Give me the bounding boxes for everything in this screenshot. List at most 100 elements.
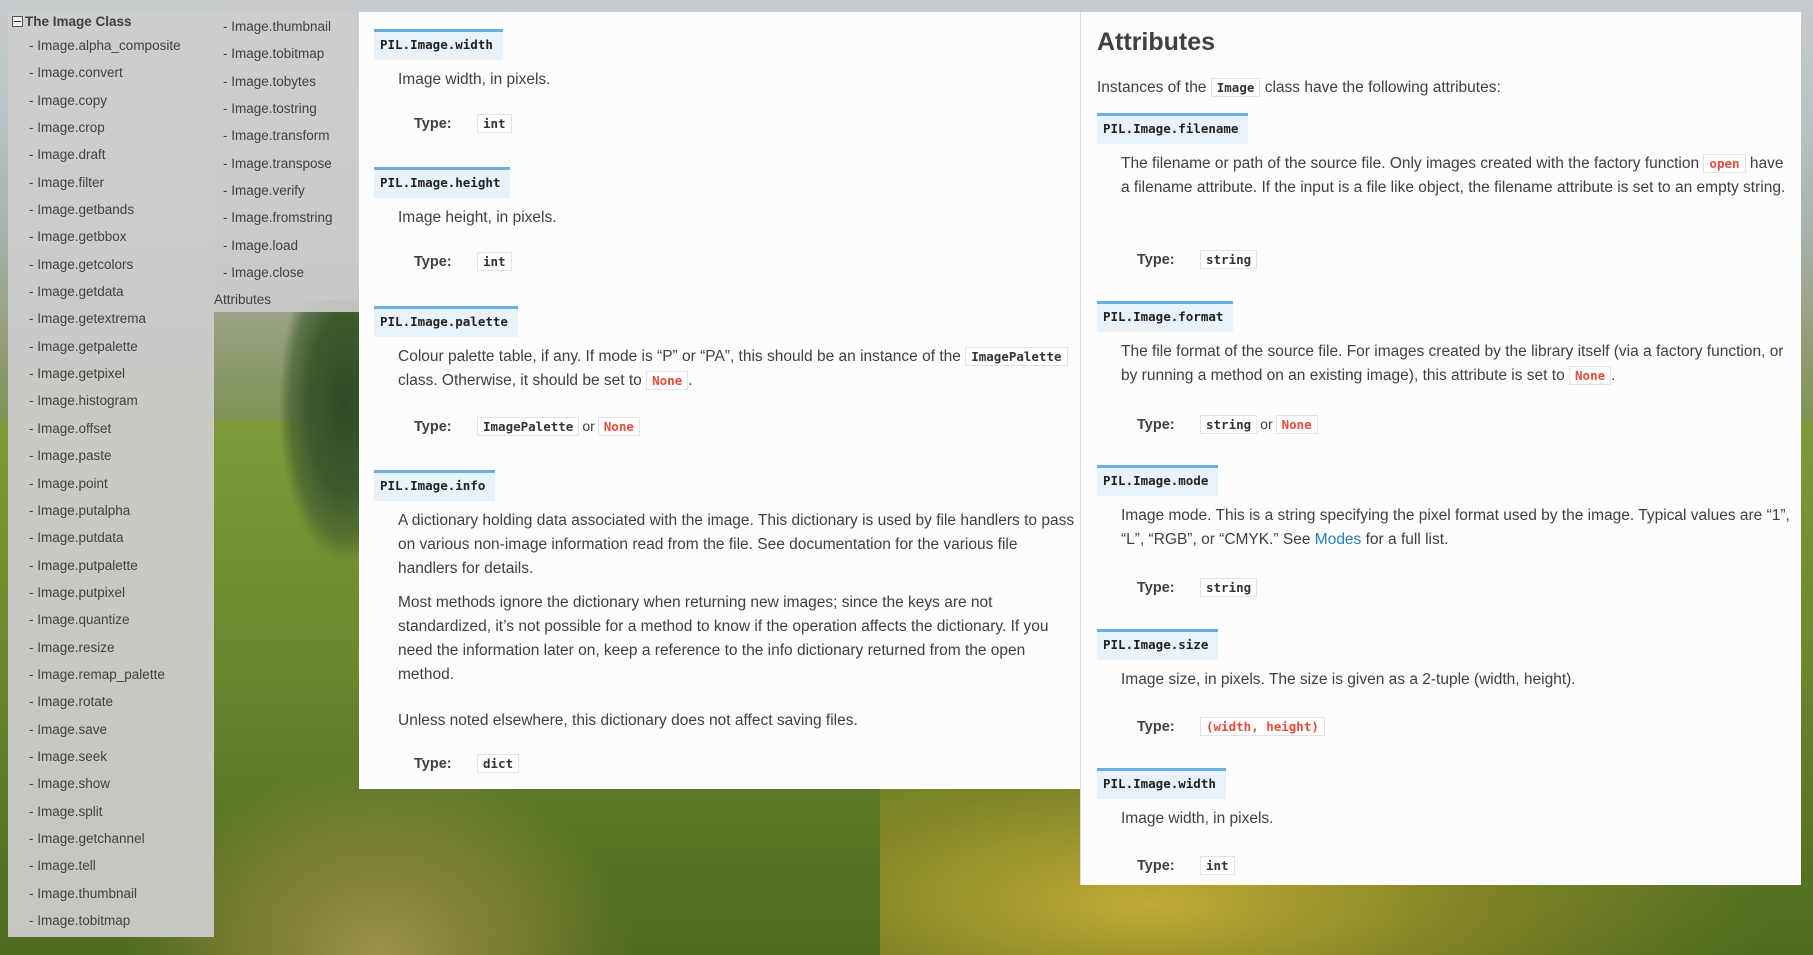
type-label: Type: <box>1137 580 1175 596</box>
toc-item[interactable]: - Image.rotate <box>8 688 214 715</box>
toc-item[interactable]: - Image.convert <box>8 59 214 86</box>
doc-panel-left: PIL.Image.width Image width, in pixels. … <box>359 12 1080 789</box>
modes-link[interactable]: Modes <box>1315 531 1362 548</box>
type-row: Type: int <box>414 250 512 274</box>
toc-item[interactable]: - Image.tobitmap <box>8 907 214 934</box>
toc-item[interactable]: - Image.crop <box>8 114 214 141</box>
toc-item[interactable]: - Image.resize <box>8 634 214 661</box>
toc-item[interactable]: - Image.transform <box>214 122 359 149</box>
type-literal: int <box>1200 856 1235 875</box>
or-text: or <box>582 418 595 434</box>
code-literal: open <box>1703 154 1746 173</box>
toc-item[interactable]: - Image.fromstring <box>214 204 359 231</box>
desc-text: for a full list. <box>1365 531 1449 548</box>
code-literal: None <box>1569 366 1612 385</box>
toc-item[interactable]: - Image.histogram <box>8 387 214 414</box>
toc-item[interactable]: - Image.alpha_composite <box>8 32 214 59</box>
code-literal: ImagePalette <box>965 347 1068 366</box>
toc-item[interactable]: - Image.copy <box>8 87 214 114</box>
attr-description: Image width, in pixels. <box>398 71 551 88</box>
attr-description: The file format of the source file. For … <box>1121 340 1791 388</box>
toc-item[interactable]: - Image.tell <box>8 852 214 879</box>
toc-item[interactable]: - Image.putpalette <box>8 552 214 579</box>
type-row: Type: (width, height) <box>1137 715 1325 739</box>
toc-item[interactable]: - Image.getbands <box>8 196 214 223</box>
section-heading: Attributes <box>1097 28 1216 56</box>
toc-item[interactable]: - Image.close <box>214 259 359 286</box>
type-literal: dict <box>477 754 520 773</box>
desc-text: . <box>688 372 693 389</box>
type-label: Type: <box>1137 252 1175 268</box>
toc-item[interactable]: - Image.getdata <box>8 278 214 305</box>
attr-description: The filename or path of the source file.… <box>1121 152 1791 200</box>
toc-item[interactable]: - Image.getbbox <box>8 223 214 250</box>
toc-item[interactable]: - Image.getextrema <box>8 305 214 332</box>
toc-item[interactable]: - Image.getpalette <box>8 333 214 360</box>
toc-sidebar-secondary: - Image.thumbnail - Image.tobitmap - Ima… <box>214 10 359 312</box>
toc-item[interactable]: - Image.filter <box>8 169 214 196</box>
toc-item[interactable]: - Image.putalpha <box>8 497 214 524</box>
type-row: Type: ImagePalette or None <box>414 414 640 439</box>
toc-item[interactable]: - Image.putpixel <box>8 579 214 606</box>
toc-section-image-class[interactable]: The Image Class <box>8 10 214 32</box>
type-label: Type: <box>1137 417 1175 433</box>
attr-signature-palette: PIL.Image.palette <box>374 306 518 337</box>
desc-text: class. Otherwise, it should be set to <box>398 372 642 389</box>
type-label: Type: <box>414 756 452 772</box>
type-literal: None <box>597 417 640 436</box>
toc-item[interactable]: - Image.split <box>8 798 214 825</box>
toc-item[interactable]: - Image.thumbnail <box>214 13 359 40</box>
toc-item[interactable]: - Image.save <box>8 716 214 743</box>
attr-signature-info: PIL.Image.info <box>374 470 496 501</box>
type-literal: string <box>1200 578 1258 597</box>
toc-item[interactable]: - Image.seek <box>8 743 214 770</box>
desc-text: The file format of the source file. For … <box>1121 343 1784 384</box>
toc-item[interactable]: - Image.draft <box>8 141 214 168</box>
type-row: Type: int <box>414 112 512 136</box>
toc-item[interactable]: - Image.tobitmap <box>214 40 359 67</box>
type-row: Type: string or None <box>1137 412 1318 437</box>
type-row: Type: dict <box>414 752 520 776</box>
type-literal: string <box>1200 250 1258 269</box>
type-label: Type: <box>1137 858 1175 874</box>
toc-item[interactable]: - Image.offset <box>8 415 214 442</box>
toc-item[interactable]: - Image.show <box>8 770 214 797</box>
toc-item[interactable]: - Image.tostring <box>214 95 359 122</box>
attr-description: Image width, in pixels. <box>1121 810 1274 827</box>
toc-item[interactable]: - Image.getpixel <box>8 360 214 387</box>
desc-text: . <box>1611 367 1616 384</box>
attr-signature-mode: PIL.Image.mode <box>1097 465 1219 496</box>
toc-item[interactable]: - Image.paste <box>8 442 214 469</box>
toc-item[interactable]: - Image.tobytes <box>214 68 359 95</box>
type-row: Type: string <box>1137 248 1258 272</box>
attr-signature-height: PIL.Image.height <box>374 167 511 198</box>
toc-item[interactable]: - Image.thumbnail <box>8 880 214 907</box>
type-label: Type: <box>414 419 452 435</box>
attr-signature-width: PIL.Image.width <box>374 29 503 60</box>
attr-description: Most methods ignore the dictionary when … <box>398 594 1049 683</box>
toc-item[interactable]: - Image.remap_palette <box>8 661 214 688</box>
collapse-toggle-icon[interactable] <box>12 15 23 27</box>
desc-text: Image mode. This is a string specifying … <box>1121 507 1790 548</box>
toc-item[interactable]: - Image.putdata <box>8 524 214 551</box>
type-row: Type: string <box>1137 576 1258 600</box>
code-literal: None <box>646 371 689 390</box>
intro-text: class have the following attributes: <box>1264 79 1501 96</box>
toc-item[interactable]: - Image.getcolors <box>8 251 214 278</box>
toc-method-list: - Image.alpha_composite - Image.convert … <box>8 32 214 934</box>
toc-item[interactable]: - Image.verify <box>214 177 359 204</box>
toc-item[interactable]: - Image.point <box>8 470 214 497</box>
attr-description: Image height, in pixels. <box>398 209 557 226</box>
type-literal: int <box>477 252 512 271</box>
attr-signature-format: PIL.Image.format <box>1097 301 1234 332</box>
type-literal: int <box>477 114 512 133</box>
toc-title: The Image Class <box>25 13 132 29</box>
toc-item-attributes[interactable]: Attributes <box>214 286 359 313</box>
toc-item[interactable]: - Image.getchannel <box>8 825 214 852</box>
attr-description: A dictionary holding data associated wit… <box>398 512 1075 577</box>
toc-item[interactable]: - Image.transpose <box>214 150 359 177</box>
attr-signature-size: PIL.Image.size <box>1097 629 1219 660</box>
attr-signature-filename: PIL.Image.filename <box>1097 113 1249 144</box>
toc-item[interactable]: - Image.quantize <box>8 606 214 633</box>
toc-item[interactable]: - Image.load <box>214 232 359 259</box>
